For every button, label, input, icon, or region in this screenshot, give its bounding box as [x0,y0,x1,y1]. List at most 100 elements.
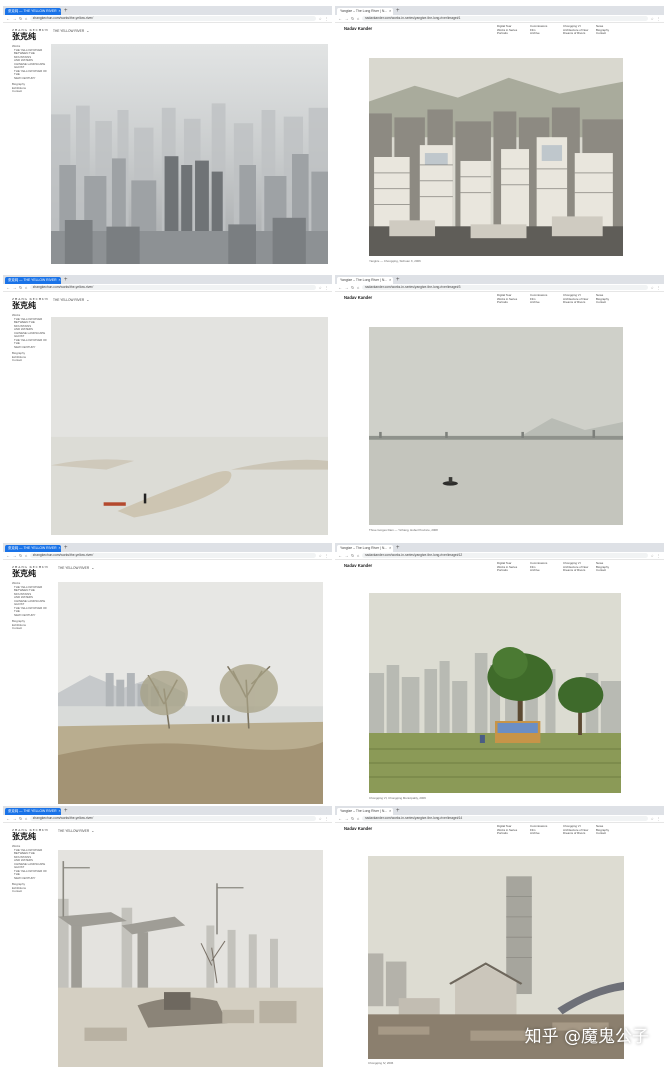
address-bar[interactable]: nadavkander.com/works-in-series/yangtze-… [361,16,649,21]
extensions-icon[interactable]: ☆ ⋮ [651,817,661,821]
site-logo-calligraphy[interactable]: 张克纯 [12,569,36,578]
browser-tab[interactable]: 张克纯 — THE YELLOW RIVER × [5,277,61,284]
home-icon[interactable]: ⌂ [25,816,27,821]
gallery-photo[interactable] [51,44,328,264]
browser-tab[interactable]: Yangtze – The Long River | N... × [337,277,393,284]
chevron-down-icon[interactable]: ⌄ [91,565,94,570]
nav-item[interactable]: Portraits [497,832,530,836]
site-name[interactable]: Nadav Kander [344,295,372,300]
reload-icon[interactable]: ↻ [351,816,354,821]
back-icon[interactable]: ← [6,553,10,558]
back-icon[interactable]: ← [338,16,342,21]
close-icon[interactable]: × [59,277,61,284]
project-title[interactable]: THE YELLOW RIVER ⌄ [53,297,89,302]
extensions-icon[interactable]: ☆ ⋮ [319,554,329,558]
close-icon[interactable]: × [389,545,391,552]
new-tab-icon[interactable]: + [64,545,68,552]
gallery-photo[interactable] [51,317,328,535]
nav-item[interactable]: Archive [530,569,563,573]
site-name[interactable]: Nadav Kander [344,26,372,31]
close-icon[interactable]: × [59,8,61,15]
home-icon[interactable]: ⌂ [25,553,27,558]
forward-icon[interactable]: → [345,16,349,21]
extensions-icon[interactable]: ☆ ⋮ [651,554,661,558]
gallery-photo[interactable] [58,850,323,1067]
back-icon[interactable]: ← [338,285,342,290]
close-icon[interactable]: × [389,808,391,815]
chevron-down-icon[interactable]: ⌄ [86,28,89,33]
nav-item[interactable]: Dreams of Rivers [563,832,596,836]
back-icon[interactable]: ← [338,553,342,558]
chevron-down-icon[interactable]: ⌄ [86,297,89,302]
reload-icon[interactable]: ↻ [19,285,22,290]
nav-item[interactable]: Contact [596,32,629,36]
home-icon[interactable]: ⌂ [357,553,359,558]
new-tab-icon[interactable]: + [64,8,68,15]
reload-icon[interactable]: ↻ [19,816,22,821]
close-icon[interactable]: × [59,808,61,815]
address-bar[interactable]: nadavkander.com/works-in-series/yangtze-… [361,553,649,558]
new-tab-icon[interactable]: + [64,277,68,284]
sidebar-item[interactable]: Contact [12,889,50,894]
project-title[interactable]: THE YELLOW RIVER ⌄ [53,28,89,33]
site-logo-calligraphy[interactable]: 张克纯 [12,301,36,310]
nav-item[interactable]: Dreams of Rivers [563,569,596,573]
nav-item[interactable]: Archive [530,301,563,305]
home-icon[interactable]: ⌂ [357,16,359,21]
sidebar-item[interactable]: Contact [12,626,50,631]
extensions-icon[interactable]: ☆ ⋮ [651,17,661,21]
address-bar[interactable]: zhangkechun.com/works/the-yellow-river/ [29,285,317,290]
back-icon[interactable]: ← [6,816,10,821]
home-icon[interactable]: ⌂ [357,285,359,290]
project-title[interactable]: THE YELLOW RIVER ⌄ [58,828,94,833]
forward-icon[interactable]: → [13,285,17,290]
nav-item[interactable]: Contact [596,301,629,305]
extensions-icon[interactable]: ☆ ⋮ [319,817,329,821]
gallery-photo[interactable] [369,593,621,793]
extensions-icon[interactable]: ☆ ⋮ [651,286,661,290]
reload-icon[interactable]: ↻ [19,16,22,21]
chevron-down-icon[interactable]: ⌄ [91,828,94,833]
address-bar[interactable]: nadavkander.com/works-in-series/yangtze-… [361,285,649,290]
gallery-photo[interactable] [58,582,323,804]
back-icon[interactable]: ← [6,16,10,21]
forward-icon[interactable]: → [345,285,349,290]
gallery-photo[interactable] [369,327,623,525]
extensions-icon[interactable]: ☆ ⋮ [319,286,329,290]
reload-icon[interactable]: ↻ [351,16,354,21]
gallery-photo[interactable] [369,58,623,256]
browser-tab[interactable]: Yangtze – The Long River | N... × [337,8,393,15]
forward-icon[interactable]: → [13,553,17,558]
forward-icon[interactable]: → [13,816,17,821]
nav-item[interactable]: Portraits [497,569,530,573]
browser-tab[interactable]: Yangtze – The Long River | N... × [337,808,393,815]
new-tab-icon[interactable]: + [396,545,400,552]
back-icon[interactable]: ← [6,285,10,290]
forward-icon[interactable]: → [345,816,349,821]
reload-icon[interactable]: ↻ [19,553,22,558]
nav-item[interactable]: Contact [596,569,629,573]
home-icon[interactable]: ⌂ [25,285,27,290]
site-name[interactable]: Nadav Kander [344,826,372,831]
nav-item[interactable]: Portraits [497,301,530,305]
site-logo-calligraphy[interactable]: 张克纯 [12,32,36,41]
project-title[interactable]: THE YELLOW RIVER ⌄ [58,565,94,570]
back-icon[interactable]: ← [338,816,342,821]
close-icon[interactable]: × [59,545,61,552]
address-bar[interactable]: zhangkechun.com/works/the-yellow-river/ [29,16,317,21]
new-tab-icon[interactable]: + [396,277,400,284]
reload-icon[interactable]: ↻ [351,285,354,290]
new-tab-icon[interactable]: + [396,8,400,15]
extensions-icon[interactable]: ☆ ⋮ [319,17,329,21]
browser-tab[interactable]: Yangtze – The Long River | N... × [337,545,393,552]
browser-tab[interactable]: 张克纯 — THE YELLOW RIVER × [5,545,61,552]
forward-icon[interactable]: → [13,16,17,21]
browser-tab[interactable]: 张克纯 — THE YELLOW RIVER × [5,8,61,15]
nav-item[interactable]: Contact [596,832,629,836]
new-tab-icon[interactable]: + [64,808,68,815]
nav-item[interactable]: Dreams of Rivers [563,301,596,305]
address-bar[interactable]: zhangkechun.com/works/the-yellow-river/ [29,553,317,558]
address-bar[interactable]: zhangkechun.com/works/the-yellow-river/ [29,816,317,821]
close-icon[interactable]: × [389,277,391,284]
browser-tab[interactable]: 张克纯 — THE YELLOW RIVER × [5,808,61,815]
